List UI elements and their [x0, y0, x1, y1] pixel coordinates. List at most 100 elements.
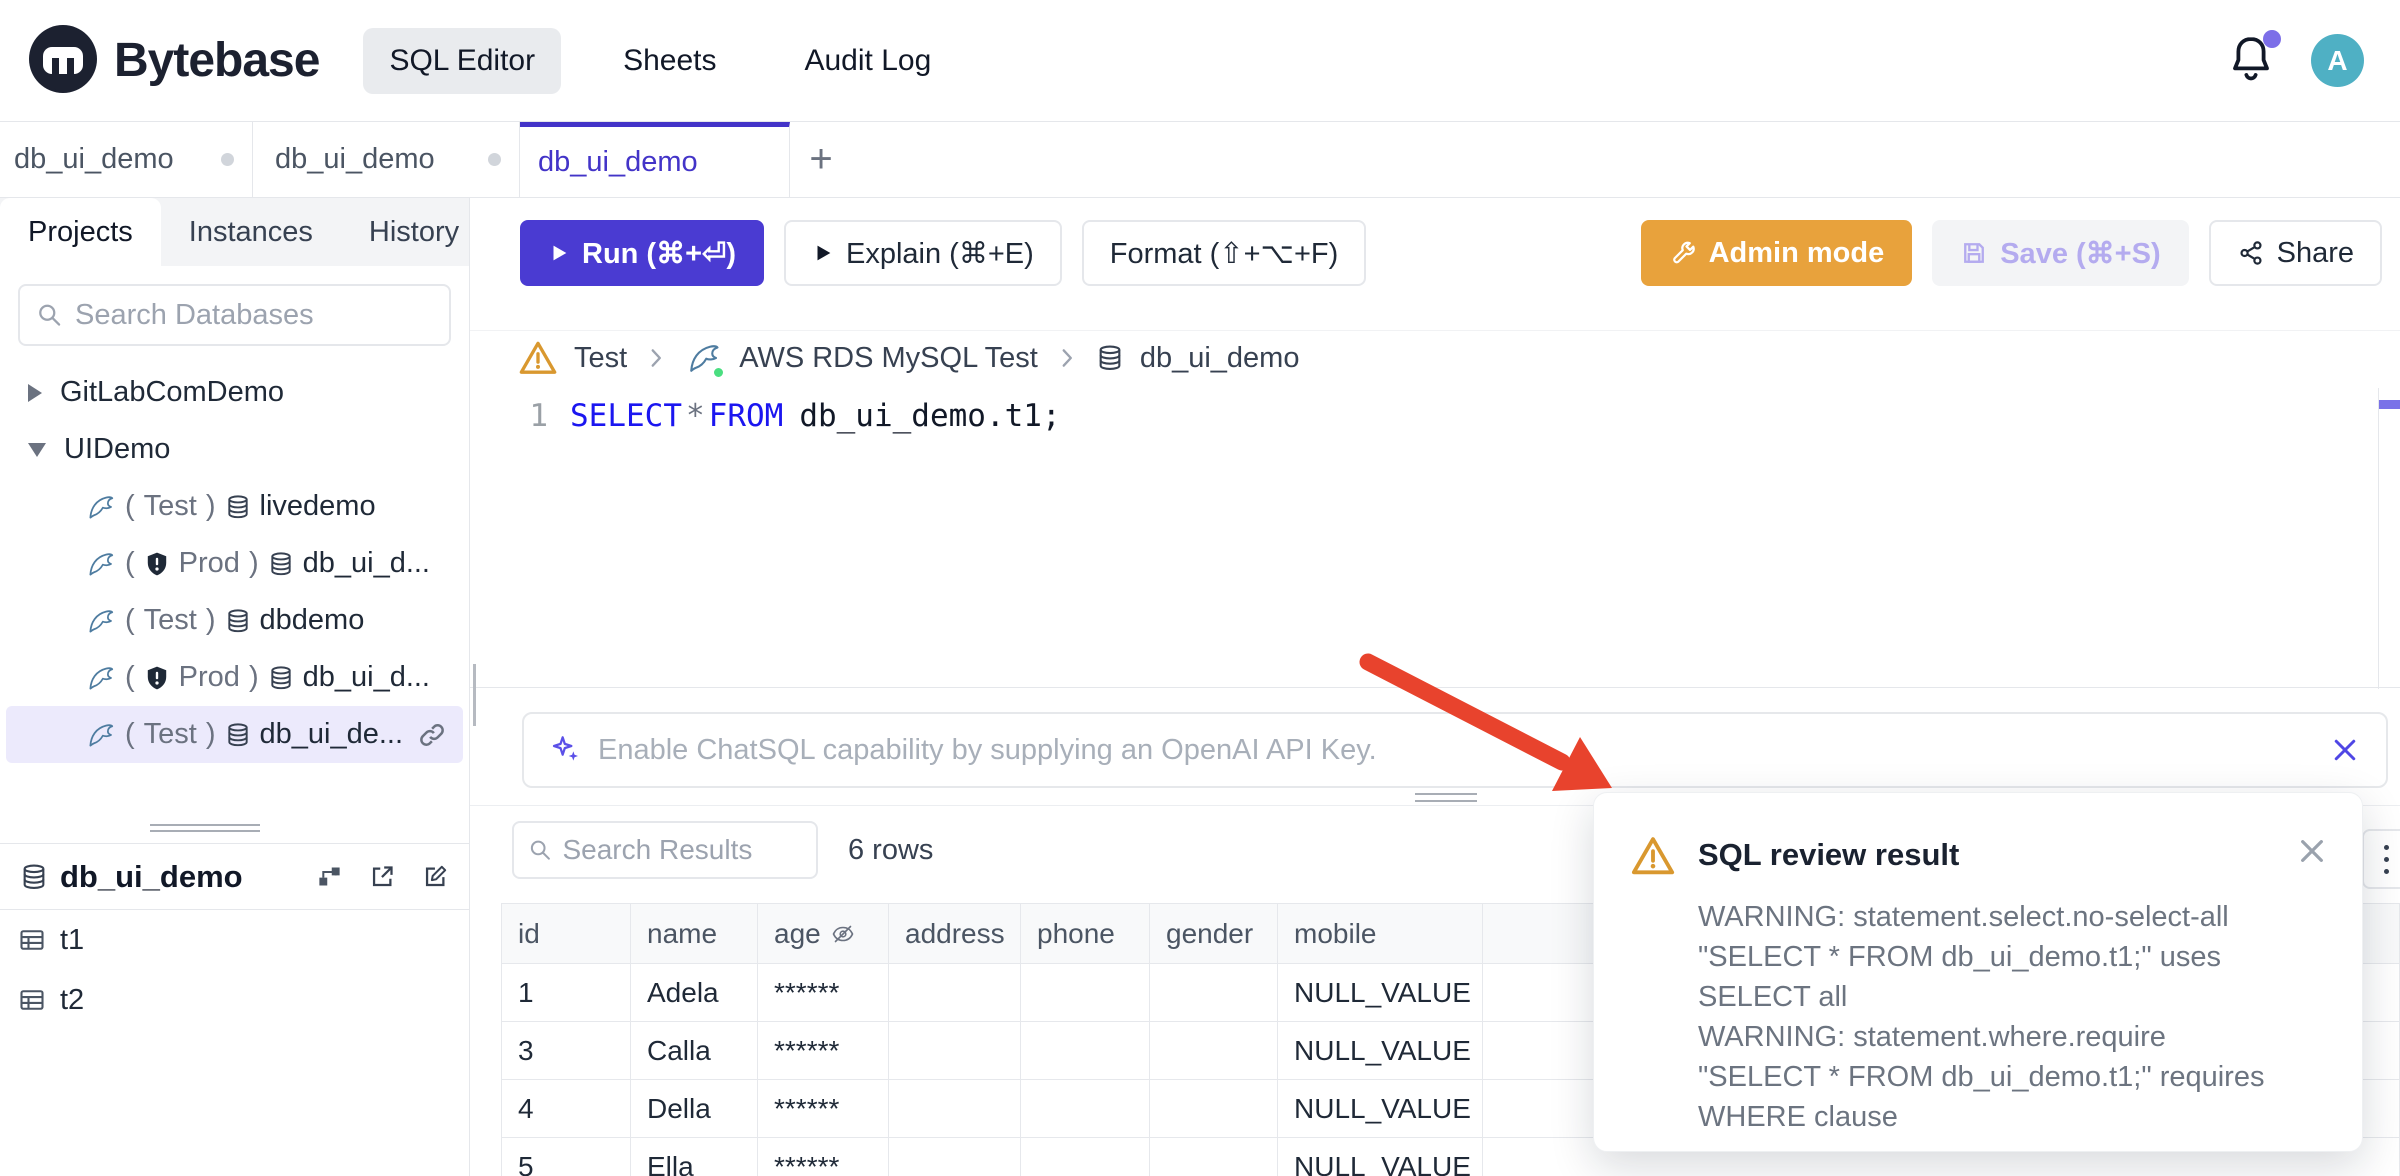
sql-keyword-from: FROM [709, 398, 784, 434]
add-tab-button[interactable]: + [790, 122, 852, 197]
database-dbdemo[interactable]: ( Test ) dbdemo [6, 592, 463, 649]
breadcrumb-instance[interactable]: AWS RDS MySQL Test [739, 342, 1038, 375]
results-search [512, 821, 818, 879]
cell: 3 [502, 1022, 631, 1080]
table-icon [18, 986, 46, 1014]
notifications-button[interactable] [2227, 34, 2277, 88]
database-icon [268, 551, 294, 577]
breadcrumb-environment[interactable]: Test [574, 342, 627, 375]
cell-null: NULL_VALUE [1278, 1138, 1483, 1176]
cell [889, 1138, 1021, 1176]
sql-review-popup: SQL review result WARNING: statement.sel… [1593, 792, 2363, 1152]
search-results-input[interactable] [562, 834, 802, 866]
sheet-tab-1[interactable]: db_ui_demo [0, 122, 253, 197]
cell [889, 1080, 1021, 1138]
column-header-mobile[interactable]: mobile [1278, 904, 1483, 964]
project-label: GitLabComDemo [60, 376, 284, 409]
sheet-tab-label: db_ui_demo [538, 146, 698, 179]
warning-line: WHERE clause [1698, 1097, 2332, 1137]
review-warnings: WARNING: statement.select.no-select-all … [1698, 897, 2332, 1137]
sheet-tab-2[interactable]: db_ui_demo [253, 122, 520, 197]
sheet-tab-label: db_ui_demo [275, 143, 435, 176]
results-more-menu[interactable] [2362, 829, 2400, 889]
warning-line: SELECT all [1698, 977, 2332, 1017]
popup-close-icon[interactable] [2296, 835, 2328, 867]
table-item-t1[interactable]: t1 [0, 910, 469, 970]
database-label: dbdemo [260, 604, 365, 637]
editor-main: Run (⌘+⏎) Explain (⌘+E) Format (⇧+⌥+F) A… [470, 198, 2400, 1176]
column-header-phone[interactable]: phone [1021, 904, 1150, 964]
project-uidemo[interactable]: UIDemo [6, 421, 463, 478]
mysql-dolphin-icon [86, 492, 116, 522]
current-database-name: db_ui_demo [60, 859, 243, 895]
nav-sql-editor[interactable]: SQL Editor [363, 28, 561, 94]
save-button-disabled[interactable]: Save (⌘+S) [1932, 220, 2188, 286]
save-label: Save (⌘+S) [2000, 236, 2160, 271]
sql-editor[interactable]: 1 SELECT * FROM db_ui_demo.t1; [470, 390, 2378, 687]
results-resize-handle[interactable] [1415, 793, 1477, 807]
run-button[interactable]: Run (⌘+⏎) [520, 220, 764, 286]
nav-audit-log[interactable]: Audit Log [778, 28, 957, 94]
cell-null: NULL_VALUE [1278, 964, 1483, 1022]
project-tree: GitLabComDemo UIDemo ( Test ) livedemo ( [0, 364, 469, 763]
project-label: UIDemo [64, 433, 170, 466]
avatar[interactable]: A [2311, 34, 2364, 87]
explain-button[interactable]: Explain (⌘+E) [784, 220, 1062, 286]
tab-instances[interactable]: Instances [161, 198, 341, 266]
connected-link-icon[interactable] [417, 720, 447, 750]
sidebar-vertical-resize-handle[interactable] [473, 664, 476, 726]
editor-scrollbar[interactable] [2378, 388, 2400, 689]
scrollbar-position-mark [2379, 400, 2400, 409]
external-link-icon[interactable] [369, 863, 396, 890]
format-button[interactable]: Format (⇧+⌥+F) [1082, 220, 1367, 286]
admin-mode-button[interactable]: Admin mode [1641, 220, 1913, 286]
toolbar-right-group: Admin mode Save (⌘+S) [1641, 220, 2382, 286]
top-nav: SQL Editor Sheets Audit Log [363, 28, 957, 94]
env-label: Test [144, 604, 197, 637]
code-line-1[interactable]: 1 SELECT * FROM db_ui_demo.t1; [470, 390, 2378, 434]
sidebar-horizontal-resize-handle[interactable] [150, 824, 260, 836]
mysql-dolphin-icon [86, 606, 116, 636]
database-db-ui-d-prod-2[interactable]: ( Prod ) db_ui_d... [6, 649, 463, 706]
tab-projects[interactable]: Projects [0, 198, 161, 266]
project-gitlabcomdemo[interactable]: GitLabComDemo [6, 364, 463, 421]
sheet-tab-3-active[interactable]: db_ui_demo [520, 122, 790, 197]
share-button[interactable]: Share [2209, 220, 2382, 286]
paren: ( [125, 661, 135, 694]
cell [1021, 964, 1150, 1022]
bytebase-logo[interactable]: Bytebase [24, 22, 319, 100]
breadcrumb-database[interactable]: db_ui_demo [1140, 342, 1300, 375]
database-db-ui-d-prod-1[interactable]: ( Prod ) db_ui_d... [6, 535, 463, 592]
schema-diagram-icon[interactable] [316, 863, 343, 890]
run-label: Run (⌘+⏎) [582, 236, 736, 271]
top-header: Bytebase SQL Editor Sheets Audit Log A [0, 0, 2400, 122]
explain-label: Explain (⌘+E) [846, 236, 1034, 271]
mysql-dolphin-icon [86, 549, 116, 579]
env-label: Test [144, 490, 197, 523]
cell-masked: ****** [758, 1138, 889, 1176]
tab-history[interactable]: History [341, 198, 487, 266]
database-db-ui-de-selected[interactable]: ( Test ) db_ui_de... [6, 706, 463, 763]
cell-null: NULL_VALUE [1278, 1022, 1483, 1080]
table-item-t2[interactable]: t2 [0, 970, 469, 1030]
table-label: t1 [60, 924, 84, 957]
search-databases-input[interactable] [75, 299, 433, 332]
play-icon [812, 242, 834, 264]
cell [1150, 1138, 1278, 1176]
column-header-address[interactable]: address [889, 904, 1021, 964]
search-icon [528, 836, 552, 864]
column-header-gender[interactable]: gender [1150, 904, 1278, 964]
database-livedemo[interactable]: ( Test ) livedemo [6, 478, 463, 535]
column-header-name[interactable]: name [631, 904, 758, 964]
notification-badge [2263, 30, 2281, 48]
popup-title: SQL review result [1698, 837, 1959, 873]
chatsql-input[interactable] [598, 734, 2314, 767]
column-header-age[interactable]: age [758, 904, 889, 964]
edit-sheet-icon[interactable] [422, 863, 449, 890]
paren: ) [206, 490, 216, 523]
column-header-id[interactable]: id [502, 904, 631, 964]
cell [889, 1022, 1021, 1080]
database-search [18, 284, 451, 346]
nav-sheets[interactable]: Sheets [597, 28, 742, 94]
banner-close-icon[interactable] [2330, 735, 2360, 765]
